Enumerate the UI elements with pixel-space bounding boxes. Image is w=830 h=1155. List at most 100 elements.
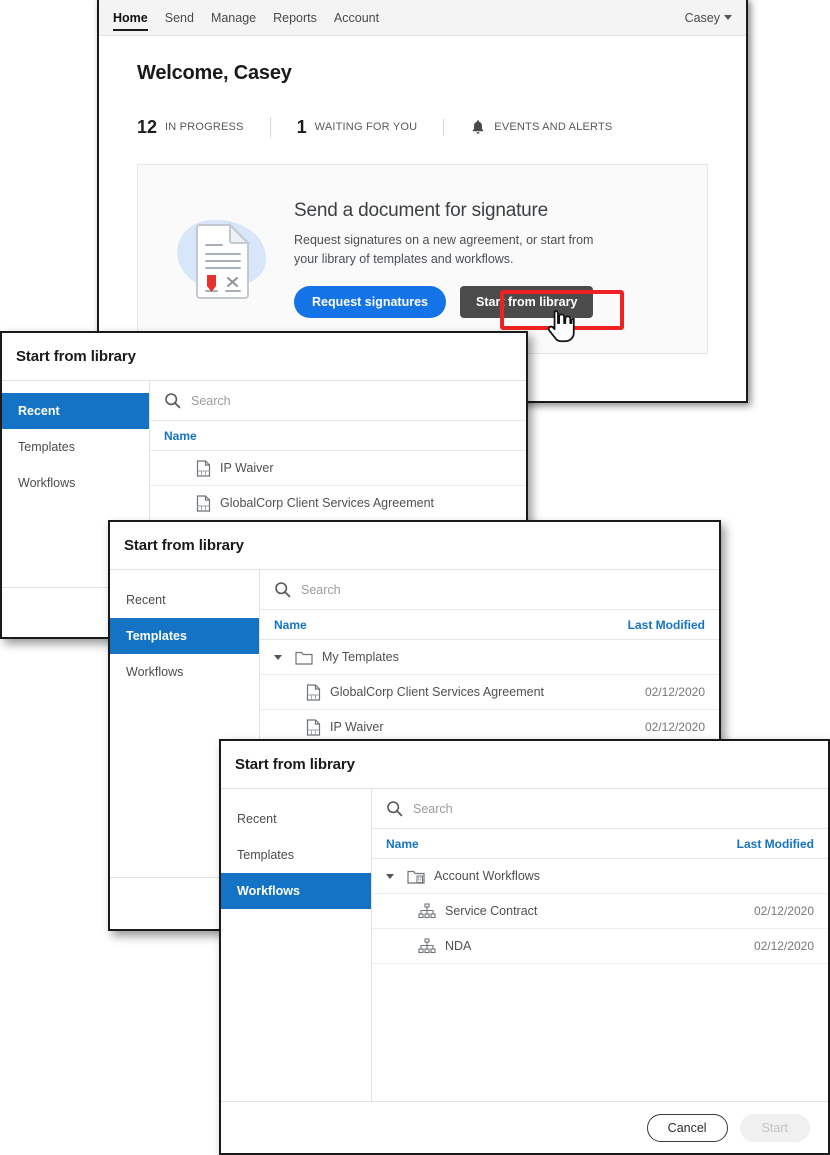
nav-item-reports[interactable]: Reports	[273, 0, 317, 35]
row-label: My Templates	[322, 650, 399, 664]
search-input[interactable]: Search	[413, 802, 453, 816]
card-subtitle: Request signatures on a new agreement, o…	[294, 232, 594, 266]
table-row[interactable]: Service Contract 02/12/2020	[372, 894, 828, 929]
table-header: Name Last Modified	[260, 610, 719, 640]
nav-label: Manage	[210, 10, 257, 25]
search-row[interactable]: Search	[150, 381, 526, 421]
document-icon	[196, 494, 211, 512]
sidebar-item-label: Workflows	[18, 476, 76, 490]
row-name-cell: Service Contract	[386, 903, 537, 919]
table-row[interactable]: GlobalCorp Client Services Agreement	[150, 486, 526, 521]
user-menu[interactable]: Casey	[685, 11, 732, 25]
nav-item-account[interactable]: Account	[334, 0, 379, 35]
nav-label: Reports	[273, 10, 317, 25]
row-name-cell: IP Waiver	[164, 459, 274, 477]
start-button: Start	[739, 1113, 810, 1142]
stat-label: IN PROGRESS	[165, 121, 244, 133]
column-header-last-modified[interactable]: Last Modified	[737, 837, 814, 851]
table-row[interactable]: Account Workflows	[372, 859, 828, 894]
sidebar-item-recent[interactable]: Recent	[110, 582, 259, 618]
start-from-library-dialog-workflows: Start from library Recent Templates Work…	[219, 739, 830, 1155]
screenshot-root: Home Send Manage Reports Account Casey W…	[0, 0, 830, 1155]
row-label: GlobalCorp Client Services Agreement	[220, 496, 434, 510]
row-date-cell: 02/12/2020	[644, 685, 705, 699]
cancel-button[interactable]: Cancel	[646, 1113, 728, 1142]
table-row[interactable]: GlobalCorp Client Services Agreement 02/…	[260, 675, 719, 710]
bell-icon	[473, 119, 484, 134]
row-date-cell: 02/12/2020	[753, 939, 814, 953]
table-row[interactable]: My Templates	[260, 640, 719, 675]
search-row[interactable]: Search	[372, 789, 828, 829]
expand-triangle-icon[interactable]	[274, 654, 282, 660]
sidebar-item-workflows[interactable]: Workflows	[2, 465, 149, 501]
dialog-sidebar: Recent Templates Workflows	[221, 789, 372, 1101]
sidebar-item-recent[interactable]: Recent	[221, 801, 371, 837]
row-label: Service Contract	[445, 904, 538, 918]
sidebar-item-templates[interactable]: Templates	[110, 618, 259, 654]
sidebar-item-workflows[interactable]: Workflows	[221, 873, 371, 909]
table-row[interactable]: IP Waiver	[150, 451, 526, 486]
dialog-title: Start from library	[2, 333, 526, 381]
sidebar-item-templates[interactable]: Templates	[221, 837, 371, 873]
row-name-cell: NDA	[386, 938, 471, 954]
request-signatures-button[interactable]: Request signatures	[294, 286, 447, 319]
user-menu-label: Casey	[684, 10, 720, 25]
stat-waiting-for-you[interactable]: 1 WAITING FOR YOU	[269, 116, 444, 138]
sidebar-item-recent[interactable]: Recent	[2, 393, 149, 429]
nav-item-send[interactable]: Send	[165, 0, 194, 35]
row-label: NDA	[445, 939, 472, 953]
stat-in-progress[interactable]: 12 IN PROGRESS	[137, 117, 270, 138]
nav-item-manage[interactable]: Manage	[211, 0, 256, 35]
column-header-name[interactable]: Name	[164, 429, 197, 443]
table-row[interactable]: NDA 02/12/2020	[372, 929, 828, 964]
status-summary: 12 IN PROGRESS 1 WAITING FOR YOU EVENTS …	[137, 112, 708, 142]
sidebar-item-label: Workflows	[237, 884, 300, 898]
sidebar-item-label: Templates	[237, 848, 294, 862]
stat-label: EVENTS AND ALERTS	[494, 121, 613, 133]
chevron-down-icon	[724, 15, 732, 20]
row-name-cell: GlobalCorp Client Services Agreement	[164, 494, 434, 512]
sidebar-item-templates[interactable]: Templates	[2, 429, 149, 465]
table-empty-space	[372, 964, 828, 1101]
stat-label: WAITING FOR YOU	[314, 121, 418, 133]
search-icon	[165, 393, 181, 409]
row-date-cell: 02/12/2020	[644, 720, 705, 734]
row-name-cell: GlobalCorp Client Services Agreement	[274, 683, 544, 701]
search-input[interactable]: Search	[191, 394, 231, 408]
folder-icon	[295, 651, 313, 665]
row-name-cell: Account Workflows	[386, 869, 540, 884]
top-navigation-bar: Home Send Manage Reports Account Casey	[99, 0, 746, 36]
main-nav: Home Send Manage Reports Account	[113, 0, 379, 35]
column-header-last-modified[interactable]: Last Modified	[628, 618, 705, 632]
hand-cursor	[547, 309, 578, 353]
nav-label: Send	[164, 10, 194, 25]
stat-count: 1	[296, 116, 307, 137]
column-header-name[interactable]: Name	[386, 837, 419, 851]
row-date-cell: 02/12/2020	[753, 904, 814, 918]
nav-label: Home	[113, 10, 148, 25]
row-label: IP Waiver	[330, 720, 384, 734]
table-header: Name Last Modified	[372, 829, 828, 859]
workflow-icon	[418, 938, 436, 954]
nav-item-home[interactable]: Home	[113, 0, 148, 35]
sidebar-item-label: Recent	[18, 404, 60, 418]
row-name-cell: IP Waiver	[274, 718, 384, 736]
sidebar-item-workflows[interactable]: Workflows	[110, 654, 259, 690]
sidebar-item-label: Recent	[237, 812, 277, 826]
card-text: Send a document for signature Request si…	[286, 200, 604, 319]
row-label: GlobalCorp Client Services Agreement	[330, 685, 544, 699]
dialog-main: Search Name Last Modified Account Workfl…	[372, 789, 828, 1101]
workflow-icon	[418, 903, 436, 919]
search-row[interactable]: Search	[260, 570, 719, 610]
search-input[interactable]: Search	[301, 583, 341, 597]
page-title: Welcome, Casey	[137, 62, 292, 84]
stat-events-and-alerts[interactable]: EVENTS AND ALERTS	[443, 118, 638, 136]
expand-triangle-icon[interactable]	[386, 873, 394, 879]
folder-account-icon	[407, 870, 425, 884]
dialog-footer: Cancel Start	[221, 1101, 828, 1153]
search-icon	[387, 801, 403, 817]
card-title: Send a document for signature	[294, 199, 549, 221]
column-header-name[interactable]: Name	[274, 618, 307, 632]
sidebar-item-label: Recent	[126, 593, 166, 607]
table-header: Name	[150, 421, 526, 451]
